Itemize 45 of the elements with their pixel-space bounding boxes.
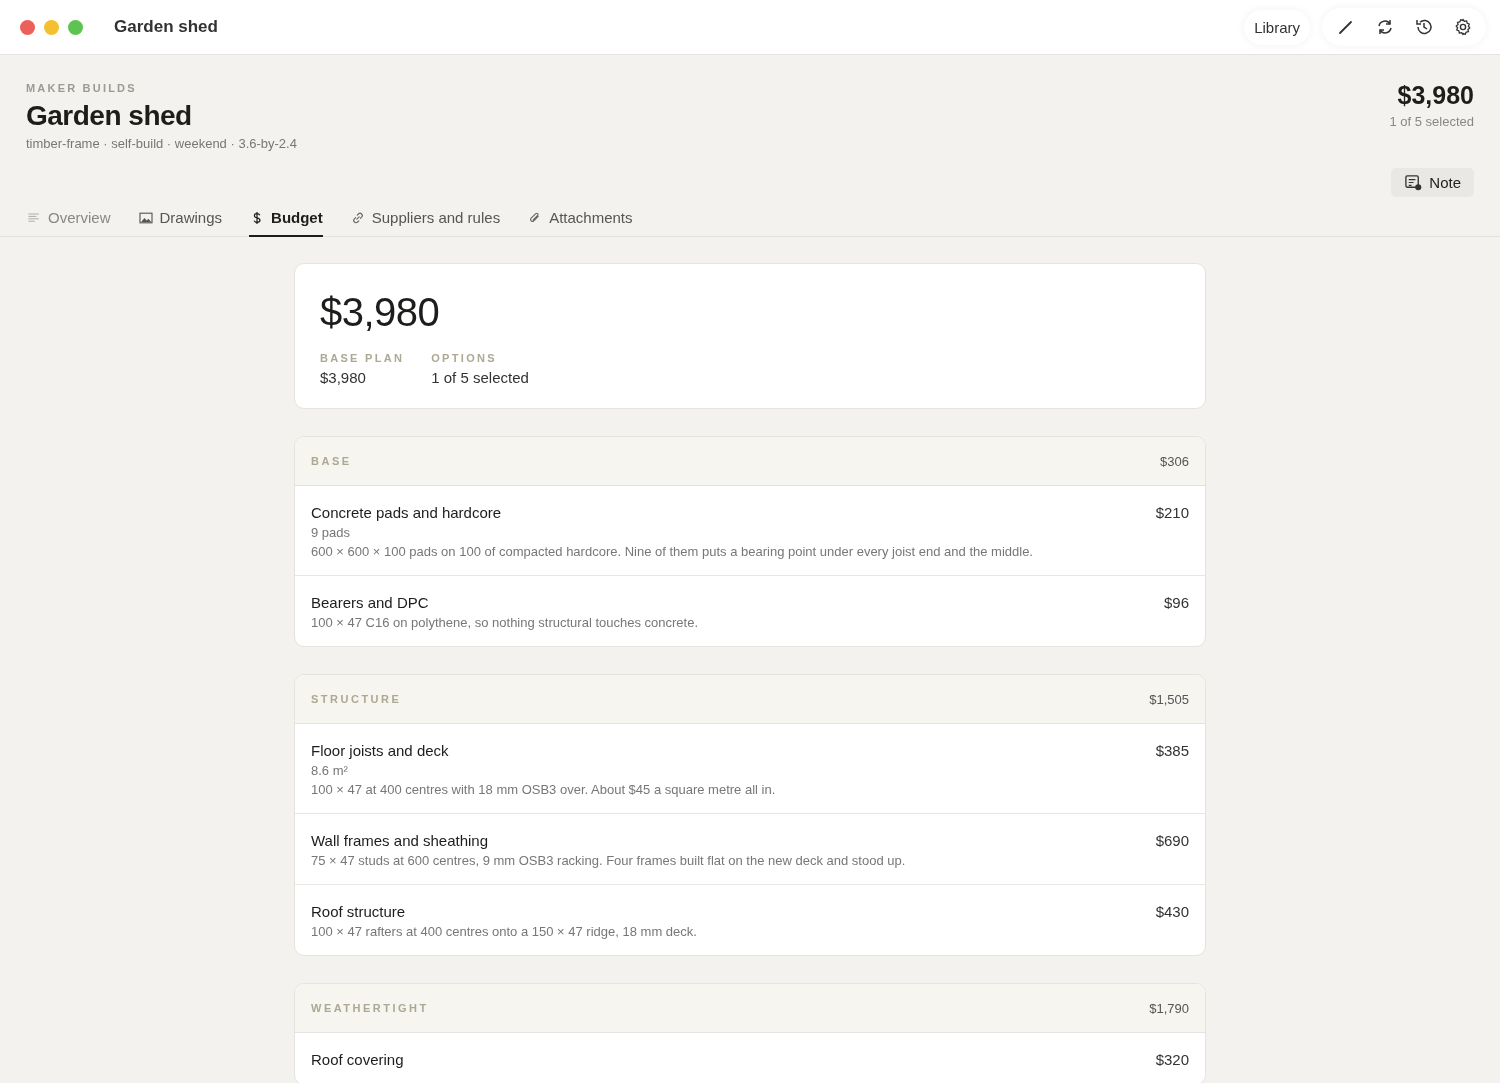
tab[interactable]: Budget xyxy=(249,209,323,237)
close-window-button[interactable] xyxy=(20,19,35,35)
section-total: $1,505 xyxy=(1149,691,1189,707)
item-price: $430 xyxy=(1155,903,1189,922)
stat-label: OPTIONS xyxy=(431,352,498,364)
stat-value: 1 of 5 selected xyxy=(431,369,529,386)
window-title: Garden shed xyxy=(114,17,218,37)
section-total: $306 xyxy=(1160,453,1189,469)
item-price: $320 xyxy=(1155,1051,1189,1068)
item-title: Bearers and DPC xyxy=(311,594,430,611)
section-total: $1,790 xyxy=(1149,1000,1189,1016)
note-icon xyxy=(1404,173,1424,192)
eyebrow-label: MAKER BUILDS xyxy=(26,82,138,94)
history-icon xyxy=(1413,17,1434,37)
tab[interactable]: Suppliers and rules xyxy=(349,209,501,237)
section-name: BASE xyxy=(311,455,352,467)
item-title: Roof covering xyxy=(311,1051,404,1068)
tab[interactable]: Attachments xyxy=(527,209,633,237)
summary-total: $3,980 xyxy=(320,290,441,335)
selection-count: 1 of 5 selected xyxy=(1389,114,1474,129)
total-price: $3,980 xyxy=(1397,81,1474,110)
item-note: 100 × 47 C16 on polythene, so nothing structural touches concrete. xyxy=(311,615,698,630)
stat-value: $3,980 xyxy=(320,369,367,386)
item-note: 600 × 600 × 100 pads on 100 of compacted hardcore. Nine of them puts a bearing point under every joist end and the middle. xyxy=(311,544,1033,559)
item-note: 75 × 47 studs at 600 centres, 9 mm OSB3 racking. Four frames built flat on the new deck and stood up. xyxy=(311,853,906,868)
library-button[interactable]: Library xyxy=(1244,9,1310,45)
tab[interactable]: Drawings xyxy=(137,209,223,237)
item-title: Wall frames and sheathing xyxy=(311,832,490,849)
item-title: Roof structure xyxy=(311,903,407,920)
item-price: $210 xyxy=(1155,504,1189,523)
item-title: Concrete pads and hardcore xyxy=(311,504,503,521)
page-title: Garden shed xyxy=(26,100,193,132)
item-price: $96 xyxy=(1163,594,1189,613)
item-quantity: 9 pads xyxy=(311,525,352,540)
item-price: $385 xyxy=(1155,742,1189,761)
section-name: STRUCTURE xyxy=(311,693,402,705)
section-name: WEATHERTIGHT xyxy=(311,1002,429,1014)
stat-label: BASE PLAN xyxy=(320,352,405,364)
item-title: Floor joists and deck xyxy=(311,742,450,759)
note-button[interactable]: Note xyxy=(1391,168,1474,197)
item-quantity: 8.6 m² xyxy=(311,763,349,778)
tag-line: timber-frame · self-build · weekend · 3.6-by-2.4 xyxy=(26,136,298,151)
item-note: 100 × 47 rafters at 400 centres onto a 150 × 47 ridge, 18 mm deck. xyxy=(311,924,697,939)
item-note: 100 × 47 at 400 centres with 18 mm OSB3 over. About $45 a square metre all in. xyxy=(311,782,776,797)
item-price: $690 xyxy=(1155,832,1189,851)
